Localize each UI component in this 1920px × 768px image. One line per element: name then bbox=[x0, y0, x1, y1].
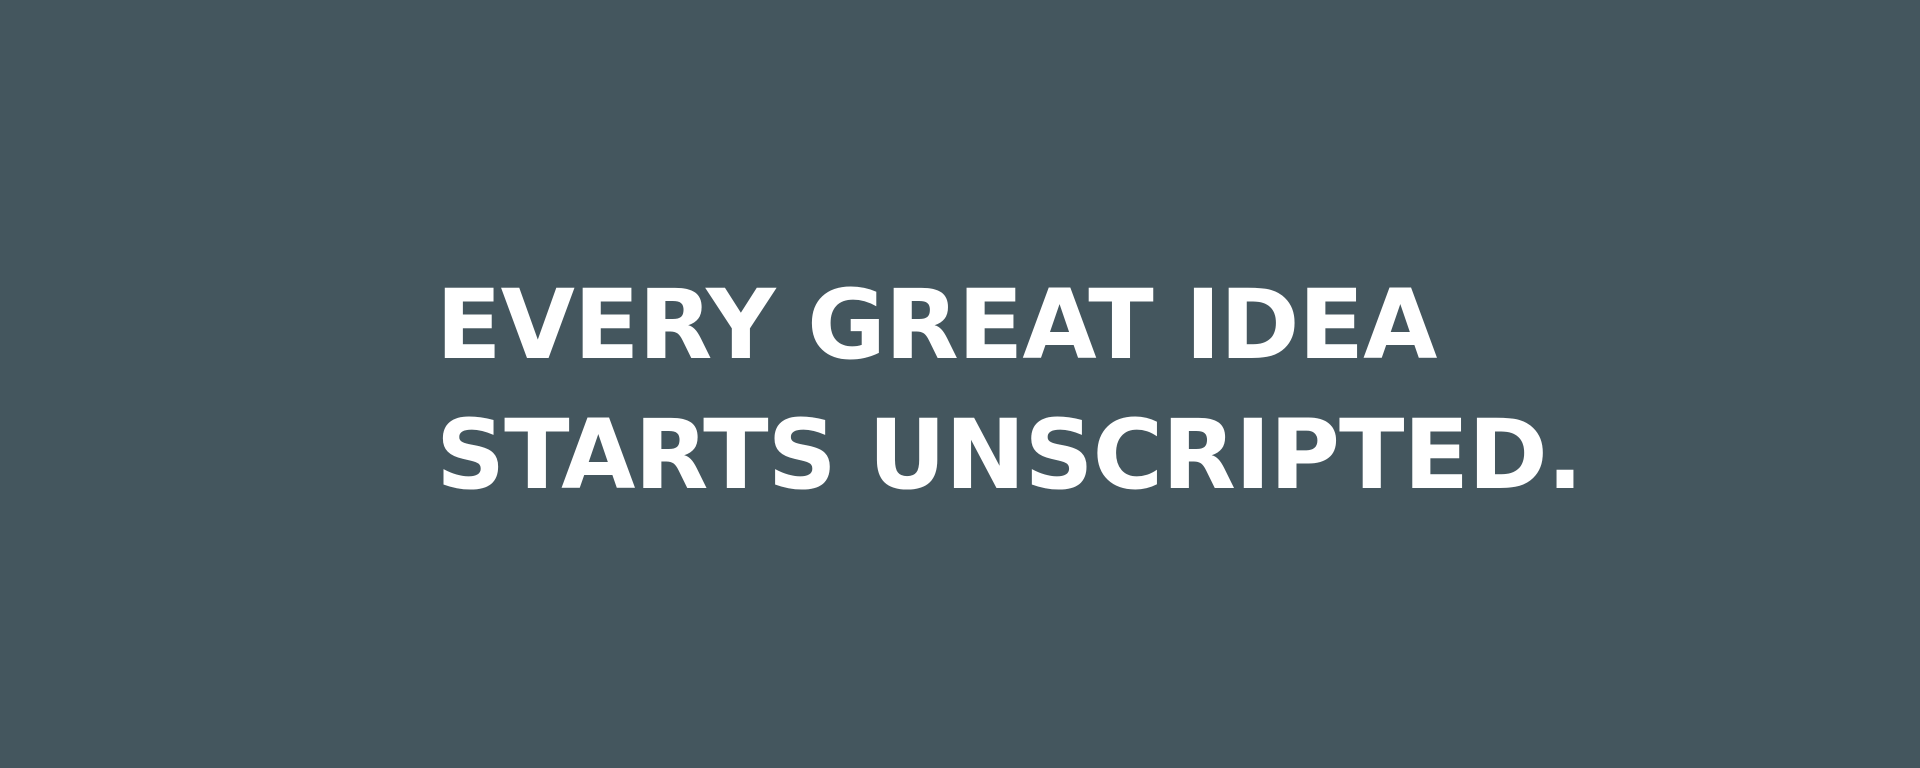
headline-line-1: EVERY GREAT IDEA bbox=[436, 269, 1437, 381]
headline-line-2: STARTS UNSCRIPTED. bbox=[436, 399, 1583, 511]
headline: EVERY GREAT IDEA STARTS UNSCRIPTED. bbox=[436, 260, 1583, 520]
hero-banner: EVERY GREAT IDEA STARTS UNSCRIPTED. bbox=[0, 0, 1920, 768]
